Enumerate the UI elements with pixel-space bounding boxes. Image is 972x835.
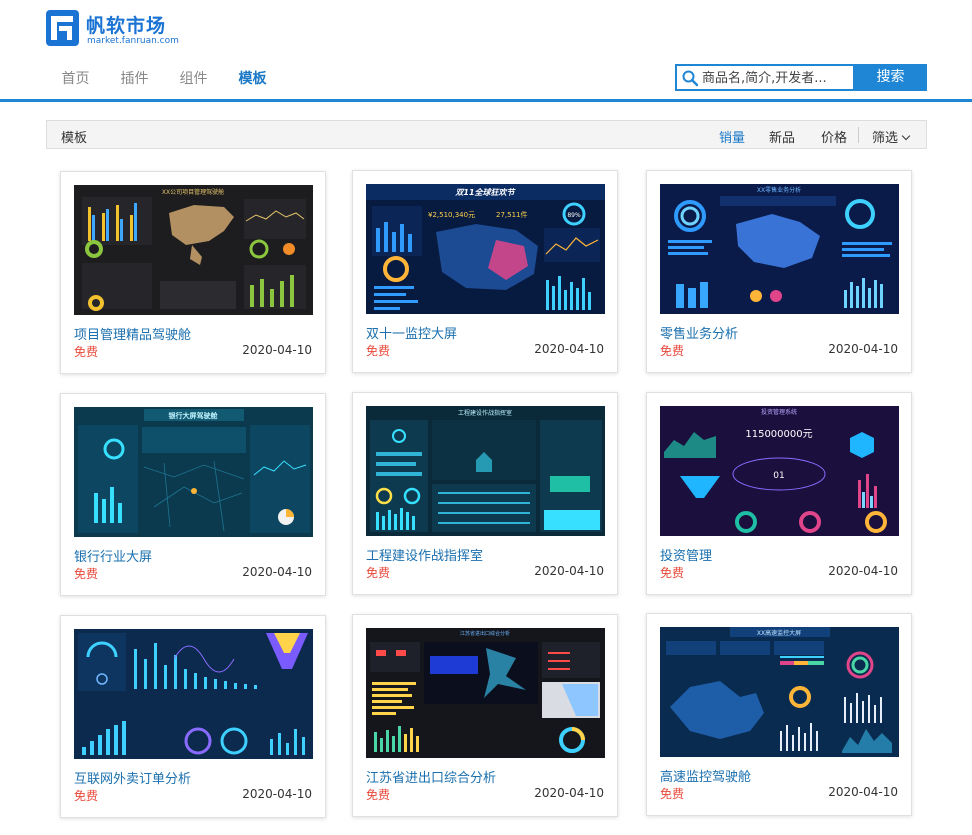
thumb-headline: XX零售业务分析 [757,186,801,194]
nav-components[interactable]: 组件 [164,62,223,102]
sort-by-newest[interactable]: 新品 [769,127,795,146]
template-price: 免费 [366,344,391,358]
template-title[interactable]: 银行行业大屏 [74,546,152,565]
nav-plugins[interactable]: 插件 [105,62,164,102]
template-date: 2020-04-10 [828,564,898,578]
template-title[interactable]: 投资管理 [660,545,712,564]
thumb-headline: 银行大屏驾驶舱 [169,411,219,420]
template-card[interactable]: XX零售业务分析 零售业务分析 免费 2020-04-10 [646,170,912,373]
thumb-value: ¥2,510,340元 [428,211,475,219]
template-price: 免费 [366,566,391,580]
template-card[interactable]: 双11全球狂欢节 ¥2,510,340元 27,511件 89% 双十一监控大屏… [352,170,618,373]
template-title[interactable]: 项目管理精品驾驶舱 [74,324,191,343]
main-nav: 首页 插件 组件 模板 [46,62,282,102]
thumb-value: 01 [773,471,784,481]
header-divider [0,99,972,102]
thumb-headline: 双11全球狂欢节 [454,187,516,197]
thumb-headline: 工程建设作战指挥室 [458,409,512,417]
template-thumbnail: 江苏省进出口综合分析 [366,628,605,758]
search-input[interactable] [702,68,852,88]
template-date: 2020-04-10 [242,343,312,357]
nav-templates[interactable]: 模板 [223,62,282,102]
filter-label: 筛选 [872,131,899,146]
divider [858,127,859,143]
template-price: 免费 [74,567,99,581]
template-date: 2020-04-10 [828,342,898,356]
thumb-value: 27,511件 [496,210,528,219]
template-title[interactable]: 江苏省进出口综合分析 [366,767,496,786]
template-date: 2020-04-10 [534,786,604,800]
thumb-headline: 投资管理系统 [761,408,797,416]
template-title[interactable]: 双十一监控大屏 [366,323,457,342]
thumb-headline: XX公司项目管理驾驶舱 [162,188,224,196]
template-date: 2020-04-10 [534,342,604,356]
template-thumbnail: XX零售业务分析 [660,184,899,314]
template-date: 2020-04-10 [534,564,604,578]
template-card[interactable]: XX高速监控大屏 高速监控驾驶舱 免费 2020-04-10 [646,613,912,816]
template-thumbnail: 工程建设作战指挥室 [366,406,605,536]
template-price: 免费 [74,789,99,803]
logo-mark-icon [46,10,79,46]
template-thumbnail: 双11全球狂欢节 ¥2,510,340元 27,511件 89% [366,184,605,314]
template-thumbnail: 银行大屏驾驶舱 [74,407,313,537]
template-title[interactable]: 零售业务分析 [660,323,738,342]
category-title: 模板 [61,131,88,146]
template-price: 免费 [660,344,685,358]
template-price: 免费 [74,345,99,359]
template-price: 免费 [366,788,391,802]
brand-name: 帆软市场 [86,15,167,37]
thumb-value: 89% [567,212,581,219]
brand-domain: market.fanruan.com [87,36,179,46]
template-card[interactable]: 江苏省进出口综合分析 江苏省进出口综合分析 免费 2020-04-10 [352,614,618,817]
template-card[interactable]: XX公司项目管理驾驶舱 项目管理精品驾驶舱 免费 2020-04-10 [60,171,326,374]
thumb-headline: 江苏省进出口综合分析 [460,630,510,637]
template-card[interactable]: 投资管理系统 115000000元 01 投资管理 免费 2020-04-10 [646,392,912,595]
template-thumbnail: XX公司项目管理驾驶舱 [74,185,313,315]
template-thumbnail [74,629,313,759]
site-header: 帆软市场 market.fanruan.com 首页 插件 组件 模板 搜索 [0,0,972,102]
template-thumbnail: 投资管理系统 115000000元 01 [660,406,899,536]
template-date: 2020-04-10 [828,785,898,799]
template-card[interactable]: 工程建设作战指挥室 工程建设作战指挥室 免费 2020-04-10 [352,392,618,595]
sort-by-price[interactable]: 价格 [821,127,847,146]
search-button[interactable]: 搜索 [854,64,927,91]
sort-by-sales[interactable]: 销量 [719,127,745,146]
filter-button[interactable]: 筛选 [872,127,911,146]
filter-bar: 模板 销量 新品 价格 筛选 [46,120,927,149]
template-title[interactable]: 工程建设作战指挥室 [366,545,483,564]
search-icon [682,70,699,87]
template-price: 免费 [660,566,685,580]
logo[interactable]: 帆软市场 market.fanruan.com [46,10,216,50]
chevron-down-icon [901,131,911,141]
search-bar: 搜索 [675,64,927,91]
template-title[interactable]: 高速监控驾驶舱 [660,766,751,785]
template-title[interactable]: 互联网外卖订单分析 [74,768,191,787]
template-price: 免费 [660,787,685,801]
thumb-headline: XX高速监控大屏 [757,629,801,637]
search-box [675,64,855,91]
template-date: 2020-04-10 [242,787,312,801]
template-thumbnail: XX高速监控大屏 [660,627,899,757]
template-card[interactable]: 银行大屏驾驶舱 银行行业大屏 免费 2020-04-10 [60,393,326,596]
thumb-value: 115000000元 [745,429,812,440]
nav-home[interactable]: 首页 [46,62,105,102]
template-card[interactable]: 互联网外卖订单分析 免费 2020-04-10 [60,615,326,818]
template-date: 2020-04-10 [242,565,312,579]
